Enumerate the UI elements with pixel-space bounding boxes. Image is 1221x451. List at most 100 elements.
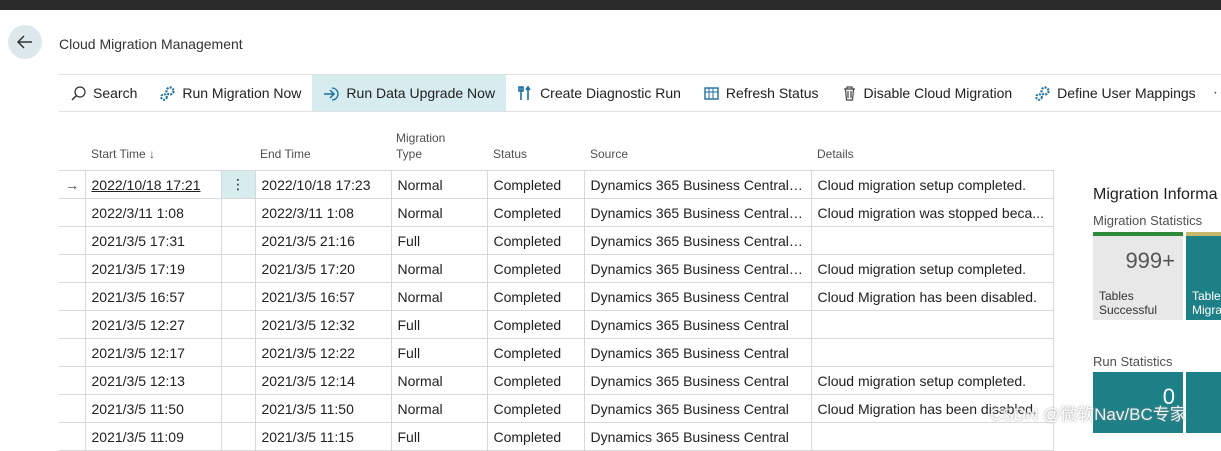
cell-details: Cloud migration was stopped beca... [810,198,1054,227]
watermark: CSDN @微软Nav/BC专家 [990,405,1187,424]
cell-details: Cloud migration setup completed. [810,254,1054,283]
column-end-time[interactable]: End Time [260,146,311,162]
refresh-icon [704,86,719,100]
column-details[interactable]: Details [817,146,854,162]
table-row[interactable]: → 2022/10/18 17:21 ⋮ 2022/10/18 17:23 Normal… [59,170,1054,199]
define-user-mappings-label: Define User Mappings [1057,85,1196,101]
migration-statistics-heading: Migration Statistics [1093,213,1203,228]
top-bar [0,0,1221,10]
cell-start-time[interactable]: 2021/3/5 12:27 [84,310,222,339]
cell-start-time[interactable]: 2022/3/11 1:08 [84,198,222,227]
table-row[interactable]: 2021/3/5 11:09 2021/3/5 11:15 Full Complete… [59,422,1054,451]
disable-cloud-migration-button[interactable]: Disable Cloud Migration [830,75,1024,111]
table-row[interactable]: 2021/3/5 17:19 2021/3/5 17:20 Normal Comple… [59,254,1054,283]
tools-icon [518,85,531,100]
refresh-status-button[interactable]: Refresh Status [692,75,830,111]
row-menu-button[interactable]: ⋮ [220,170,256,199]
cell-migration-type: Full [390,422,488,451]
run-statistics-tile-2[interactable] [1186,372,1221,433]
column-start-time[interactable]: Start Time ↓ [91,146,155,162]
row-menu-button[interactable] [220,394,256,423]
row-indicator [59,366,86,395]
cell-migration-type: Normal [390,254,488,283]
row-indicator [59,394,86,423]
cell-source: Dynamics 365 Business Central (P... [583,254,812,283]
cell-details: Cloud migration setup completed. [810,170,1054,199]
row-menu-button[interactable] [220,422,256,451]
cell-source: Dynamics 365 Business Central c... [583,198,812,227]
search-button[interactable]: Search [59,75,148,111]
disable-cloud-migration-label: Disable Cloud Migration [863,85,1013,101]
row-indicator [59,282,86,311]
cell-migration-type: Full [390,338,488,367]
run-data-upgrade-now-button[interactable]: Run Data Upgrade Now [312,75,507,111]
cell-end-time: 2021/3/5 11:50 [254,394,392,423]
tables-successful-value: 999+ [1125,248,1175,273]
enter-arrow-icon [324,86,340,101]
column-source[interactable]: Source [590,146,628,162]
row-menu-button[interactable] [220,366,256,395]
cell-migration-type: Normal [390,394,488,423]
table-row[interactable]: 2022/3/11 1:08 2022/3/11 1:08 Normal Comple… [59,198,1054,227]
tables-migrated-tile[interactable]: Table Migra [1186,232,1221,320]
cell-start-time[interactable]: 2021/3/5 16:57 [84,282,222,311]
cell-details [810,310,1054,339]
column-migration-type-line1[interactable]: Migration [396,130,445,146]
row-indicator [59,422,86,451]
tables-successful-tile[interactable]: 999+ Tables Successful [1093,232,1183,320]
cell-end-time: 2022/10/18 17:23 [254,170,392,199]
row-menu-button[interactable] [220,338,256,367]
cell-details [810,338,1054,367]
cell-end-time: 2021/3/5 21:16 [254,226,392,255]
row-indicator [59,198,86,227]
cell-start-time[interactable]: 2021/3/5 17:19 [84,254,222,283]
cell-source: Dynamics 365 Business Central [583,338,812,367]
grid-header: Start Time ↓ End Time Migration Type Sta… [59,124,1053,170]
table-row[interactable]: 2021/3/5 12:17 2021/3/5 12:22 Full Complete… [59,338,1054,367]
refresh-status-label: Refresh Status [725,85,819,101]
cell-start-time[interactable]: 2021/3/5 11:50 [84,394,222,423]
cell-migration-type: Normal [390,366,488,395]
cell-start-time[interactable]: 2021/3/5 11:09 [84,422,222,451]
run-statistics-heading: Run Statistics [1093,354,1173,369]
cell-start-time[interactable]: 2021/3/5 12:17 [84,338,222,367]
tables-successful-label: Tables Successful [1099,289,1158,317]
runs-table: → 2022/10/18 17:21 ⋮ 2022/10/18 17:23 Normal… [59,170,1054,451]
cell-status: Completed [486,198,585,227]
run-data-upgrade-now-label: Run Data Upgrade Now [346,85,496,101]
table-row[interactable]: 2021/3/5 12:27 2021/3/5 12:32 Full Complete… [59,310,1054,339]
cell-end-time: 2021/3/5 11:15 [254,422,392,451]
run-migration-now-button[interactable]: Run Migration Now [148,75,312,111]
migration-info-factbox: Migration Informa Migration Statistics 9… [1085,180,1221,433]
row-menu-button[interactable] [220,254,256,283]
cell-status: Completed [486,310,585,339]
more-actions-button[interactable]: ··· [1207,75,1221,111]
cell-migration-type: Full [390,310,488,339]
row-menu-button[interactable] [220,198,256,227]
row-menu-button[interactable] [220,310,256,339]
run-migration-now-label: Run Migration Now [182,85,302,101]
row-menu-button[interactable] [220,282,256,311]
search-label: Search [93,85,138,101]
cell-status: Completed [486,254,585,283]
row-indicator [59,338,86,367]
cell-start-time[interactable]: 2021/3/5 12:13 [84,366,222,395]
table-row[interactable]: 2021/3/5 17:31 2021/3/5 21:16 Full Complete… [59,226,1054,255]
cell-start-time[interactable]: 2021/3/5 17:31 [84,226,222,255]
factbox-title: Migration Informa [1093,186,1218,203]
gears-icon [1035,85,1050,101]
cell-end-time: 2022/3/11 1:08 [254,198,392,227]
row-indicator: → [59,170,86,199]
table-row[interactable]: 2021/3/5 12:13 2021/3/5 12:14 Normal Comple… [59,366,1054,395]
table-row[interactable]: 2021/3/5 16:57 2021/3/5 16:57 Normal Comple… [59,282,1054,311]
cell-details: Cloud Migration has been disabled. [810,282,1054,311]
cell-status: Completed [486,338,585,367]
create-diagnostic-run-button[interactable]: Create Diagnostic Run [506,75,692,111]
row-menu-button[interactable] [220,226,256,255]
cell-start-time[interactable]: 2022/10/18 17:21 [84,170,222,199]
column-migration-type-line2[interactable]: Type [396,146,422,162]
column-status[interactable]: Status [493,146,527,162]
table-row[interactable]: 2021/3/5 11:50 2021/3/5 11:50 Normal Comple… [59,394,1054,423]
define-user-mappings-button[interactable]: Define User Mappings [1023,75,1207,111]
back-button[interactable] [8,25,42,59]
